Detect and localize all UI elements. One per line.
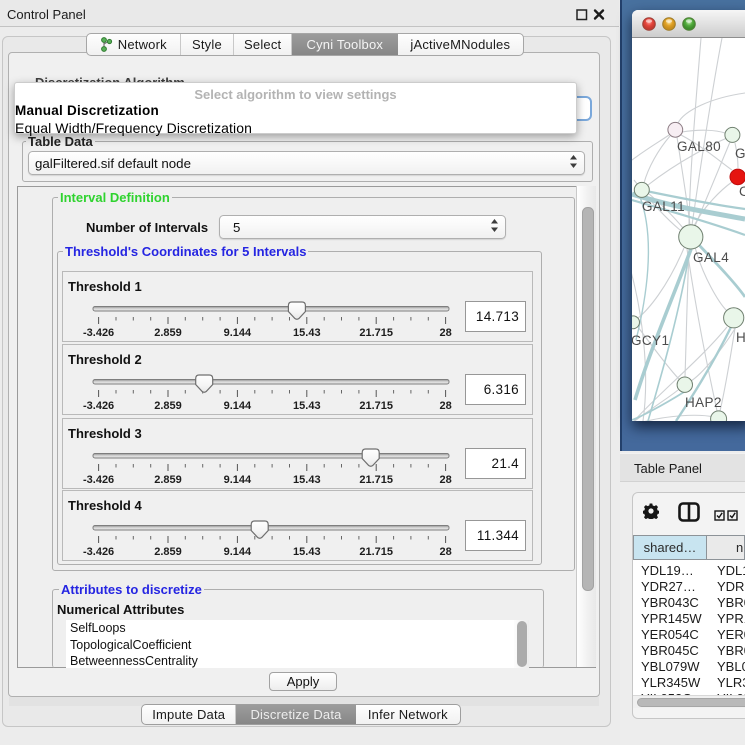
svg-text:21.715: 21.715 xyxy=(359,474,393,486)
svg-text:15.43: 15.43 xyxy=(293,327,321,339)
svg-text:28: 28 xyxy=(439,474,451,486)
svg-text:HAP2: HAP2 xyxy=(685,395,722,410)
svg-text:2.859: 2.859 xyxy=(154,400,182,412)
svg-text:15.43: 15.43 xyxy=(293,400,321,412)
svg-text:21.715: 21.715 xyxy=(359,546,393,558)
svg-text:2.859: 2.859 xyxy=(154,327,182,339)
svg-text:H: H xyxy=(736,330,745,345)
svg-text:CY: CY xyxy=(739,184,745,199)
svg-text:2.859: 2.859 xyxy=(154,546,182,558)
svg-text:GCY1: GCY1 xyxy=(632,333,669,348)
svg-text:15.43: 15.43 xyxy=(293,546,321,558)
svg-text:-3.426: -3.426 xyxy=(83,327,114,339)
svg-text:GAL80: GAL80 xyxy=(677,139,721,154)
svg-text:28: 28 xyxy=(439,546,451,558)
svg-text:-3.426: -3.426 xyxy=(83,474,114,486)
svg-text:9.144: 9.144 xyxy=(224,474,252,486)
svg-text:2.859: 2.859 xyxy=(154,474,182,486)
svg-text:GAL11: GAL11 xyxy=(642,199,685,214)
svg-text:-3.426: -3.426 xyxy=(83,400,114,412)
svg-text:15.43: 15.43 xyxy=(293,474,321,486)
svg-text:-3.426: -3.426 xyxy=(83,546,114,558)
svg-text:GA: GA xyxy=(735,146,745,161)
svg-text:9.144: 9.144 xyxy=(224,327,252,339)
svg-text:28: 28 xyxy=(439,327,451,339)
svg-text:9.144: 9.144 xyxy=(224,400,252,412)
svg-text:GAL4: GAL4 xyxy=(693,250,729,265)
svg-text:28: 28 xyxy=(439,400,451,412)
svg-text:9.144: 9.144 xyxy=(224,546,252,558)
svg-text:21.715: 21.715 xyxy=(359,327,393,339)
svg-text:21.715: 21.715 xyxy=(359,400,393,412)
